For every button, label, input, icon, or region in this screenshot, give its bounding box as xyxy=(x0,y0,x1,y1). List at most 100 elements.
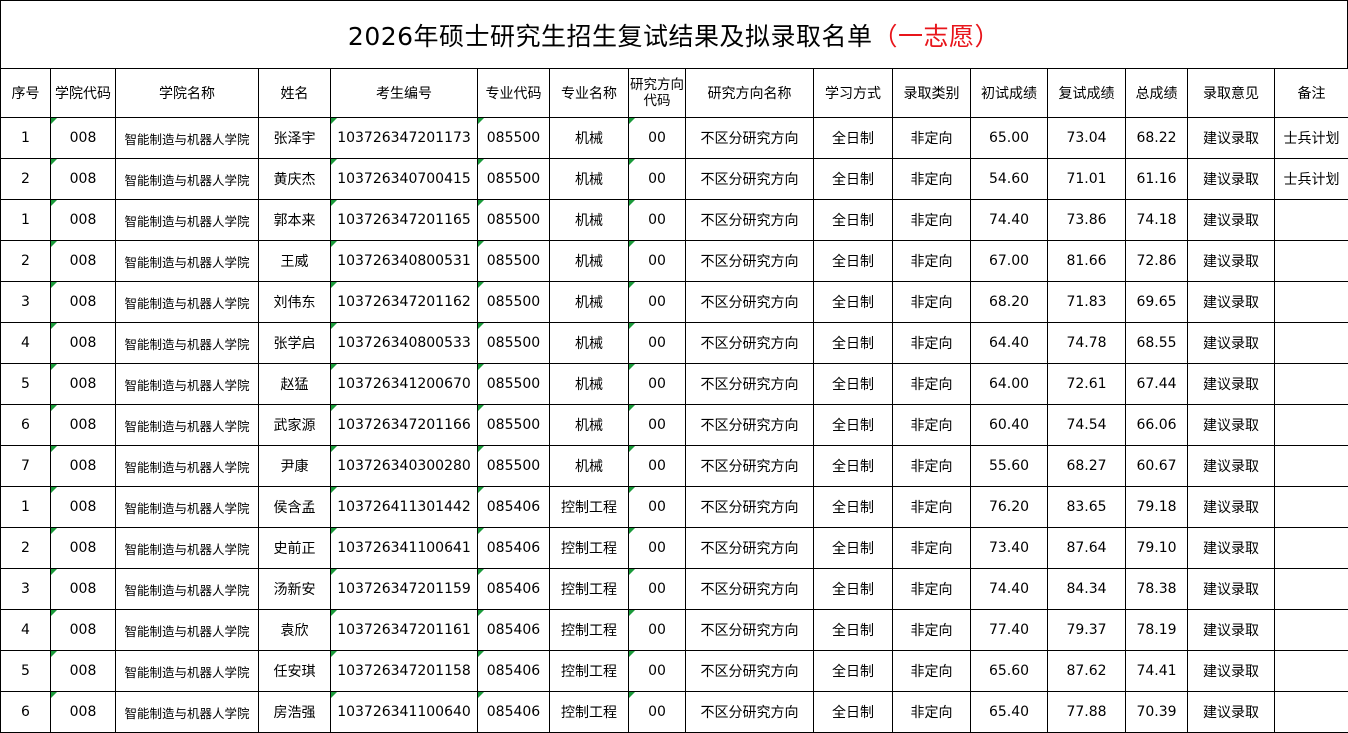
cell-direction-code[interactable]: 00 xyxy=(629,118,686,159)
cell-college-name[interactable]: 智能制造与机器人学院 xyxy=(116,569,259,610)
cell-candidate-id[interactable]: 103726340700415 xyxy=(331,159,478,200)
cell-direction-name[interactable]: 不区分研究方向 xyxy=(686,118,814,159)
cell-direction-code[interactable]: 00 xyxy=(629,569,686,610)
cell-direction-code[interactable]: 00 xyxy=(629,241,686,282)
cell-direction-code[interactable]: 00 xyxy=(629,405,686,446)
cell-college-name[interactable]: 智能制造与机器人学院 xyxy=(116,323,259,364)
cell-college-name[interactable]: 智能制造与机器人学院 xyxy=(116,118,259,159)
cell-row-no[interactable]: 4 xyxy=(1,610,51,651)
cell-total-score[interactable]: 74.18 xyxy=(1126,200,1188,241)
cell-direction-name[interactable]: 不区分研究方向 xyxy=(686,405,814,446)
cell-admission-type[interactable]: 非定向 xyxy=(893,487,971,528)
cell-college-name[interactable]: 智能制造与机器人学院 xyxy=(116,692,259,733)
cell-admission-opinion[interactable]: 建议录取 xyxy=(1188,569,1275,610)
cell-direction-name[interactable]: 不区分研究方向 xyxy=(686,651,814,692)
cell-candidate-id[interactable]: 103726347201159 xyxy=(331,569,478,610)
cell-retest-score[interactable]: 81.66 xyxy=(1048,241,1126,282)
cell-admission-opinion[interactable]: 建议录取 xyxy=(1188,159,1275,200)
cell-admission-type[interactable]: 非定向 xyxy=(893,528,971,569)
cell-direction-code[interactable]: 00 xyxy=(629,487,686,528)
cell-total-score[interactable]: 60.67 xyxy=(1126,446,1188,487)
cell-direction-name[interactable]: 不区分研究方向 xyxy=(686,323,814,364)
cell-admission-opinion[interactable]: 建议录取 xyxy=(1188,118,1275,159)
cell-major-name[interactable]: 控制工程 xyxy=(550,692,629,733)
cell-retest-score[interactable]: 87.62 xyxy=(1048,651,1126,692)
cell-candidate-id[interactable]: 103726347201161 xyxy=(331,610,478,651)
cell-admission-type[interactable]: 非定向 xyxy=(893,159,971,200)
cell-direction-code[interactable]: 00 xyxy=(629,282,686,323)
cell-remark[interactable]: 士兵计划 xyxy=(1275,159,1348,200)
cell-college-code[interactable]: 008 xyxy=(51,364,116,405)
cell-total-score[interactable]: 61.16 xyxy=(1126,159,1188,200)
cell-student-name[interactable]: 张泽宇 xyxy=(259,118,331,159)
cell-major-name[interactable]: 控制工程 xyxy=(550,487,629,528)
cell-study-mode[interactable]: 全日制 xyxy=(814,200,893,241)
cell-college-name[interactable]: 智能制造与机器人学院 xyxy=(116,159,259,200)
cell-admission-type[interactable]: 非定向 xyxy=(893,323,971,364)
cell-prelim-score[interactable]: 64.40 xyxy=(971,323,1048,364)
cell-study-mode[interactable]: 全日制 xyxy=(814,446,893,487)
cell-row-no[interactable]: 1 xyxy=(1,118,51,159)
cell-college-code[interactable]: 008 xyxy=(51,323,116,364)
cell-total-score[interactable]: 74.41 xyxy=(1126,651,1188,692)
cell-total-score[interactable]: 68.22 xyxy=(1126,118,1188,159)
cell-prelim-score[interactable]: 60.40 xyxy=(971,405,1048,446)
cell-row-no[interactable]: 3 xyxy=(1,569,51,610)
cell-study-mode[interactable]: 全日制 xyxy=(814,282,893,323)
cell-retest-score[interactable]: 71.01 xyxy=(1048,159,1126,200)
cell-row-no[interactable]: 7 xyxy=(1,446,51,487)
cell-student-name[interactable]: 黄庆杰 xyxy=(259,159,331,200)
cell-direction-code[interactable]: 00 xyxy=(629,446,686,487)
cell-major-name[interactable]: 机械 xyxy=(550,118,629,159)
cell-total-score[interactable]: 72.86 xyxy=(1126,241,1188,282)
cell-remark[interactable] xyxy=(1275,323,1348,364)
cell-study-mode[interactable]: 全日制 xyxy=(814,364,893,405)
cell-student-name[interactable]: 尹康 xyxy=(259,446,331,487)
cell-admission-opinion[interactable]: 建议录取 xyxy=(1188,692,1275,733)
cell-major-code[interactable]: 085406 xyxy=(478,610,550,651)
cell-major-code[interactable]: 085500 xyxy=(478,241,550,282)
cell-direction-name[interactable]: 不区分研究方向 xyxy=(686,200,814,241)
cell-candidate-id[interactable]: 103726340800531 xyxy=(331,241,478,282)
cell-remark[interactable] xyxy=(1275,200,1348,241)
cell-major-code[interactable]: 085500 xyxy=(478,446,550,487)
cell-admission-opinion[interactable]: 建议录取 xyxy=(1188,364,1275,405)
cell-candidate-id[interactable]: 103726347201173 xyxy=(331,118,478,159)
cell-total-score[interactable]: 69.65 xyxy=(1126,282,1188,323)
cell-major-name[interactable]: 控制工程 xyxy=(550,569,629,610)
cell-prelim-score[interactable]: 73.40 xyxy=(971,528,1048,569)
cell-college-code[interactable]: 008 xyxy=(51,159,116,200)
cell-college-code[interactable]: 008 xyxy=(51,610,116,651)
cell-retest-score[interactable]: 68.27 xyxy=(1048,446,1126,487)
cell-candidate-id[interactable]: 103726347201165 xyxy=(331,200,478,241)
cell-candidate-id[interactable]: 103726341100640 xyxy=(331,692,478,733)
cell-major-name[interactable]: 机械 xyxy=(550,241,629,282)
cell-candidate-id[interactable]: 103726340300280 xyxy=(331,446,478,487)
cell-student-name[interactable]: 汤新安 xyxy=(259,569,331,610)
cell-direction-code[interactable]: 00 xyxy=(629,651,686,692)
cell-candidate-id[interactable]: 103726347201158 xyxy=(331,651,478,692)
cell-direction-name[interactable]: 不区分研究方向 xyxy=(686,241,814,282)
cell-admission-opinion[interactable]: 建议录取 xyxy=(1188,323,1275,364)
cell-study-mode[interactable]: 全日制 xyxy=(814,528,893,569)
cell-student-name[interactable]: 赵猛 xyxy=(259,364,331,405)
cell-study-mode[interactable]: 全日制 xyxy=(814,118,893,159)
cell-direction-code[interactable]: 00 xyxy=(629,200,686,241)
cell-major-code[interactable]: 085406 xyxy=(478,487,550,528)
cell-retest-score[interactable]: 77.88 xyxy=(1048,692,1126,733)
cell-admission-type[interactable]: 非定向 xyxy=(893,118,971,159)
cell-row-no[interactable]: 6 xyxy=(1,692,51,733)
cell-remark[interactable] xyxy=(1275,528,1348,569)
cell-college-name[interactable]: 智能制造与机器人学院 xyxy=(116,405,259,446)
cell-major-code[interactable]: 085500 xyxy=(478,118,550,159)
cell-student-name[interactable]: 房浩强 xyxy=(259,692,331,733)
cell-row-no[interactable]: 6 xyxy=(1,405,51,446)
cell-college-name[interactable]: 智能制造与机器人学院 xyxy=(116,651,259,692)
cell-direction-name[interactable]: 不区分研究方向 xyxy=(686,446,814,487)
cell-retest-score[interactable]: 73.86 xyxy=(1048,200,1126,241)
cell-total-score[interactable]: 79.10 xyxy=(1126,528,1188,569)
cell-candidate-id[interactable]: 103726347201162 xyxy=(331,282,478,323)
cell-prelim-score[interactable]: 76.20 xyxy=(971,487,1048,528)
cell-row-no[interactable]: 4 xyxy=(1,323,51,364)
cell-total-score[interactable]: 78.19 xyxy=(1126,610,1188,651)
